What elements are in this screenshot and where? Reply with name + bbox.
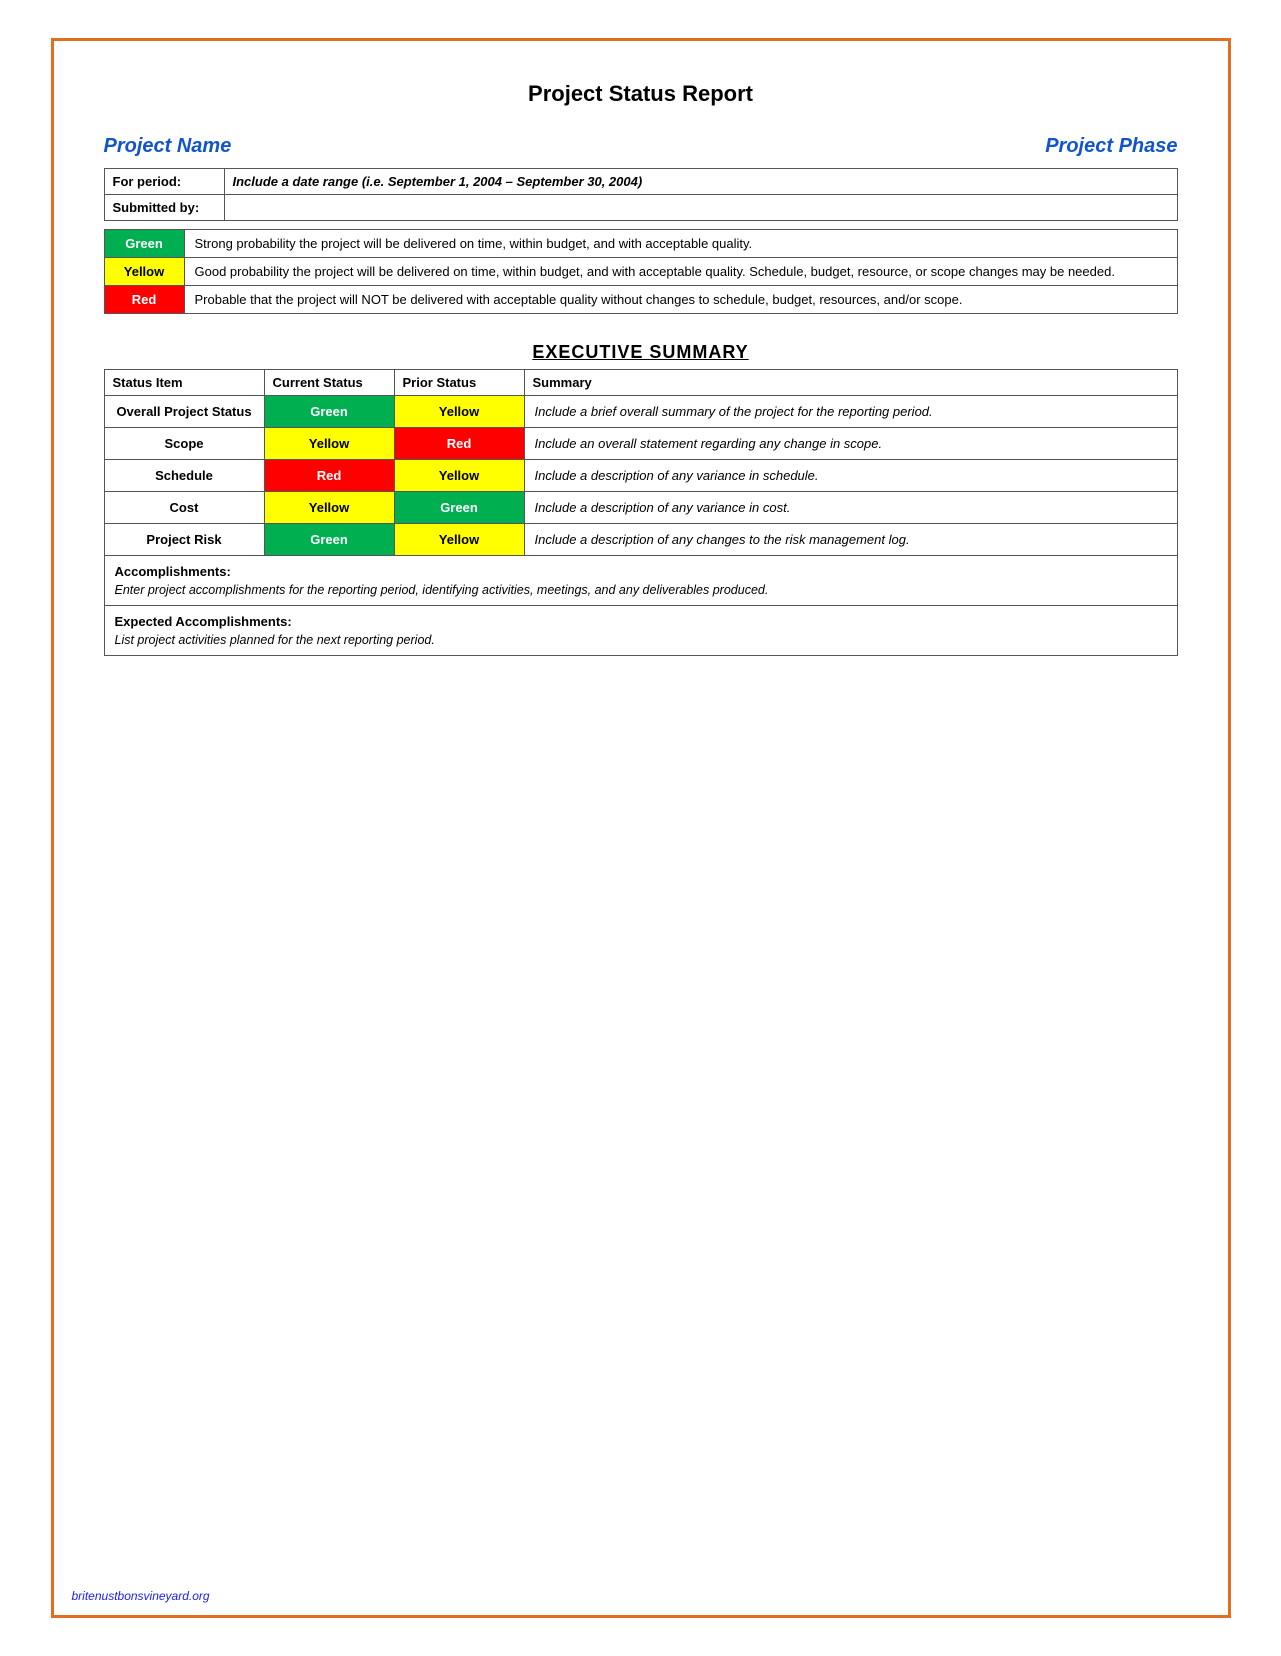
legend-desc-red: Probable that the project will NOT be de… bbox=[184, 286, 1177, 314]
accomplishments-title: Accomplishments: bbox=[115, 564, 1167, 579]
exec-prior-status: Red bbox=[394, 428, 524, 460]
exec-row-4: Project Risk Green Yellow Include a desc… bbox=[104, 524, 1177, 556]
info-row-1: Submitted by: bbox=[104, 195, 1177, 221]
expected-accomplishments-title: Expected Accomplishments: bbox=[115, 614, 1167, 629]
exec-summary: Include an overall statement regarding a… bbox=[524, 428, 1177, 460]
exec-status-item: Overall Project Status bbox=[104, 396, 264, 428]
info-value: Include a date range (i.e. September 1, … bbox=[224, 169, 1177, 195]
exec-prior-status: Yellow bbox=[394, 460, 524, 492]
executive-summary-table: Status ItemCurrent StatusPrior StatusSum… bbox=[104, 369, 1178, 656]
exec-row-1: Scope Yellow Red Include an overall stat… bbox=[104, 428, 1177, 460]
legend-color-red: Red bbox=[104, 286, 184, 314]
info-label: Submitted by: bbox=[104, 195, 224, 221]
exec-row-2: Schedule Red Yellow Include a descriptio… bbox=[104, 460, 1177, 492]
exec-col-header: Current Status bbox=[264, 370, 394, 396]
legend-desc-green: Strong probability the project will be d… bbox=[184, 230, 1177, 258]
report-title: Project Status Report bbox=[104, 81, 1178, 107]
legend-row-green: GreenStrong probability the project will… bbox=[104, 230, 1177, 258]
exec-row-3: Cost Yellow Green Include a description … bbox=[104, 492, 1177, 524]
expected-accomplishments-text: List project activities planned for the … bbox=[115, 633, 1167, 647]
exec-prior-status: Yellow bbox=[394, 524, 524, 556]
exec-status-item: Cost bbox=[104, 492, 264, 524]
exec-summary: Include a description of any variance in… bbox=[524, 460, 1177, 492]
footer-text: britenustbonsvineyard.org bbox=[72, 1589, 210, 1603]
exec-status-item: Schedule bbox=[104, 460, 264, 492]
info-row-0: For period:Include a date range (i.e. Se… bbox=[104, 169, 1177, 195]
exec-current-status: Green bbox=[264, 524, 394, 556]
legend-color-green: Green bbox=[104, 230, 184, 258]
exec-summary: Include a description of any variance in… bbox=[524, 492, 1177, 524]
page-border: Project Status Report Project Name Proje… bbox=[51, 38, 1231, 1618]
project-phase-label: Project Phase bbox=[1045, 135, 1177, 158]
expected-accomplishments-row: Expected Accomplishments: List project a… bbox=[104, 606, 1177, 656]
legend-table: GreenStrong probability the project will… bbox=[104, 229, 1178, 314]
header-row: Project Name Project Phase bbox=[104, 135, 1178, 158]
executive-summary-title: EXECUTIVE SUMMARY bbox=[104, 342, 1178, 363]
exec-col-header: Summary bbox=[524, 370, 1177, 396]
project-name-label: Project Name bbox=[104, 135, 232, 158]
info-table: For period:Include a date range (i.e. Se… bbox=[104, 168, 1178, 221]
exec-current-status: Yellow bbox=[264, 428, 394, 460]
info-value bbox=[224, 195, 1177, 221]
exec-col-header: Prior Status bbox=[394, 370, 524, 396]
exec-prior-status: Green bbox=[394, 492, 524, 524]
legend-desc-yellow: Good probability the project will be del… bbox=[184, 258, 1177, 286]
exec-status-item: Project Risk bbox=[104, 524, 264, 556]
accomplishments-row: Accomplishments: Enter project accomplis… bbox=[104, 556, 1177, 606]
exec-current-status: Red bbox=[264, 460, 394, 492]
accomplishments-text: Enter project accomplishments for the re… bbox=[115, 583, 1167, 597]
exec-current-status: Yellow bbox=[264, 492, 394, 524]
exec-prior-status: Yellow bbox=[394, 396, 524, 428]
legend-row-yellow: YellowGood probability the project will … bbox=[104, 258, 1177, 286]
legend-row-red: RedProbable that the project will NOT be… bbox=[104, 286, 1177, 314]
exec-summary: Include a brief overall summary of the p… bbox=[524, 396, 1177, 428]
exec-row-0: Overall Project Status Green Yellow Incl… bbox=[104, 396, 1177, 428]
exec-status-item: Scope bbox=[104, 428, 264, 460]
exec-col-header: Status Item bbox=[104, 370, 264, 396]
info-label: For period: bbox=[104, 169, 224, 195]
legend-color-yellow: Yellow bbox=[104, 258, 184, 286]
exec-current-status: Green bbox=[264, 396, 394, 428]
exec-summary: Include a description of any changes to … bbox=[524, 524, 1177, 556]
